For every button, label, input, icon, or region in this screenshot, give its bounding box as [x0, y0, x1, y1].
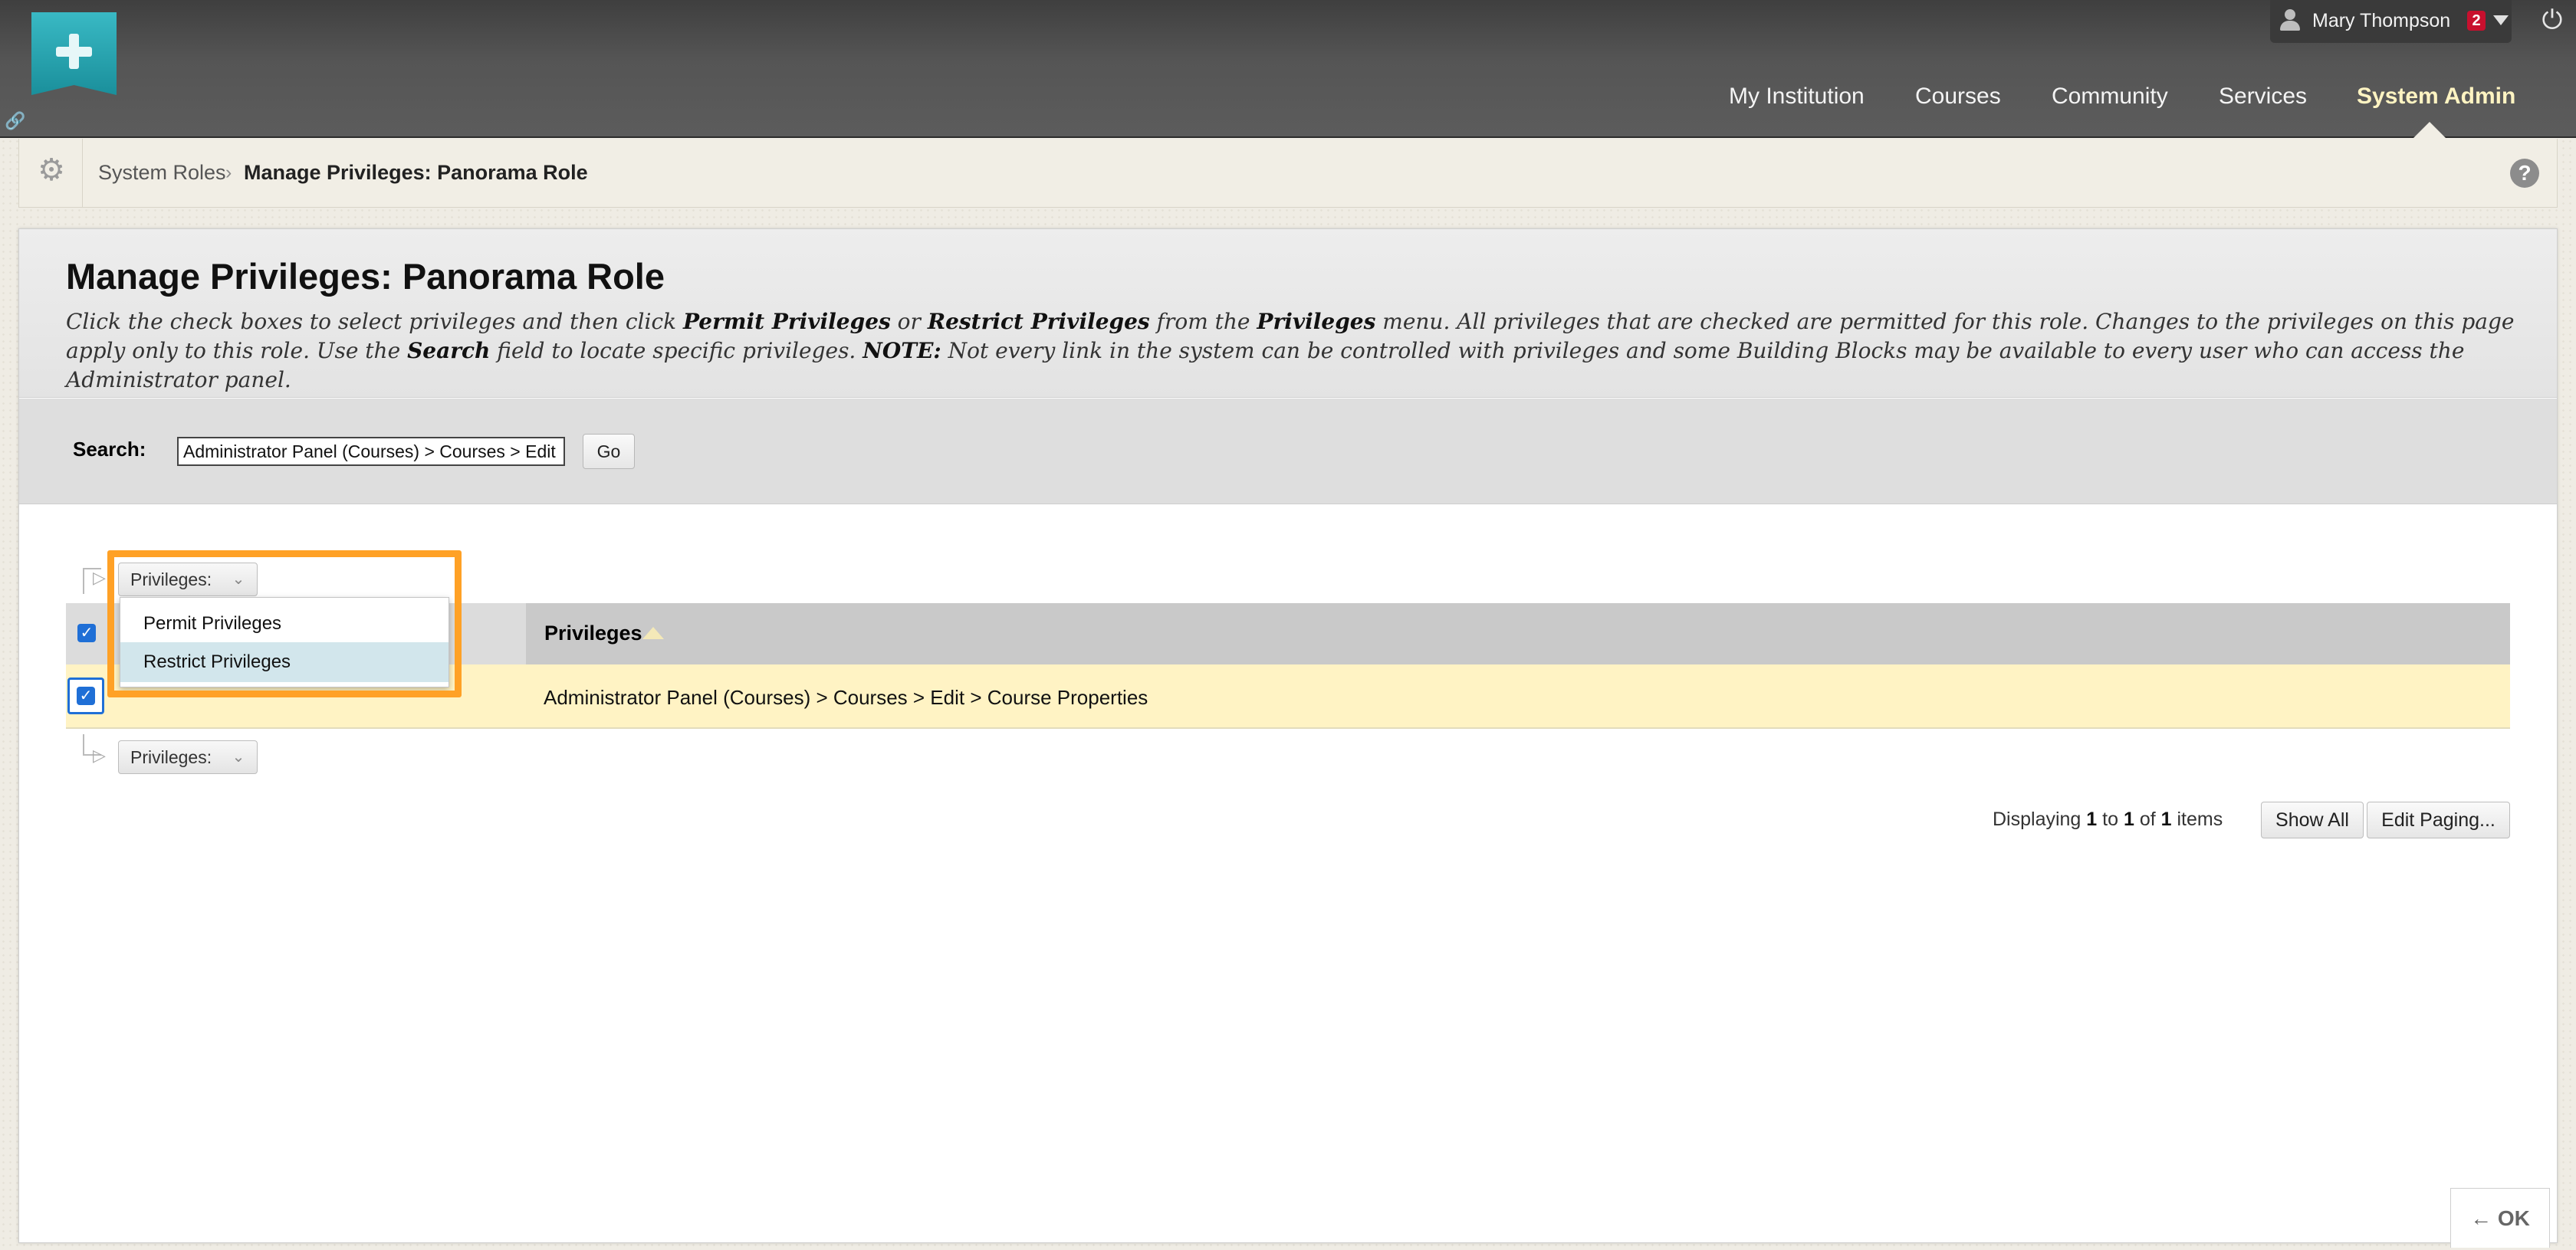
tab-courses[interactable]: Courses	[1915, 80, 2001, 113]
instructions-restrict: Restrict Privileges	[927, 309, 1150, 334]
privileges-menu-label: Privileges:	[130, 747, 212, 767]
help-icon[interactable]: ?	[2510, 159, 2539, 188]
instructions-text: or	[890, 309, 928, 334]
search-label: Search:	[73, 438, 146, 461]
edit-paging-button[interactable]: Edit Paging...	[2367, 802, 2510, 838]
user-icon-head	[2285, 9, 2295, 20]
go-button[interactable]: Go	[583, 434, 635, 469]
link-icon[interactable]: 🔗	[5, 112, 25, 130]
instructions-text: field to locate specific privileges.	[490, 338, 863, 363]
paging-text: items	[2177, 809, 2223, 830]
instructions-note: NOTE:	[863, 338, 941, 363]
tab-system-admin[interactable]: System Admin	[2357, 80, 2515, 113]
paging-text: to	[2102, 809, 2119, 830]
chevron-down-icon[interactable]	[2493, 15, 2509, 25]
breadcrumb-current: Manage Privileges: Panorama Role	[244, 161, 588, 184]
paging-text: Displaying	[1993, 809, 2082, 830]
plus-icon-bar	[56, 47, 92, 57]
paging-from: 1	[2086, 809, 2098, 830]
instructions-text: Click the check boxes to select privileg…	[66, 309, 683, 334]
select-all-checkbox[interactable]: ✓	[77, 624, 96, 642]
paging-to: 1	[2123, 809, 2134, 830]
breadcrumb-divider	[82, 139, 83, 208]
search-input[interactable]	[177, 437, 565, 466]
arrow-right-icon: ▷	[93, 746, 106, 765]
show-all-button[interactable]: Show All	[2261, 802, 2364, 838]
row-checkbox[interactable]: ✓	[77, 687, 95, 705]
user-icon-body	[2280, 21, 2300, 31]
instructions-text: from the	[1149, 309, 1257, 334]
tab-my-institution[interactable]: My Institution	[1729, 80, 1865, 113]
gear-icon[interactable]: ⚙	[34, 153, 68, 187]
tab-services[interactable]: Services	[2219, 80, 2307, 113]
breadcrumb-system-roles[interactable]: System Roles	[98, 159, 226, 185]
tab-community[interactable]: Community	[2052, 80, 2168, 113]
arrow-right-icon: ▷	[93, 568, 106, 587]
sort-ascending-icon[interactable]	[642, 627, 664, 639]
column-header-privileges[interactable]: Privileges	[544, 619, 642, 647]
user-icon	[2279, 9, 2302, 32]
highlight-box	[107, 550, 462, 697]
chevron-down-icon: ⌄	[232, 749, 245, 766]
instructions-permit: Permit Privileges	[683, 309, 891, 334]
notification-badge[interactable]: 2	[2467, 11, 2486, 31]
privileges-menu-button-bottom[interactable]: Privileges: ⌄	[118, 740, 258, 774]
paging-text: of	[2139, 809, 2156, 830]
page-title: Manage Privileges: Panorama Role	[66, 256, 665, 297]
paging-total: 1	[2160, 809, 2172, 830]
privilege-name: Administrator Panel (Courses) > Courses …	[544, 686, 1148, 709]
ok-button[interactable]: ← OK	[2450, 1188, 2550, 1248]
power-icon[interactable]: ⏻	[2538, 6, 2566, 34]
top-header	[0, 0, 2576, 138]
paging-status: Displaying 1 to 1 of 1 items	[1993, 806, 2223, 832]
breadcrumb-separator: ›	[225, 162, 232, 183]
add-tool-button[interactable]	[31, 12, 117, 95]
instructions-search: Search	[407, 338, 491, 363]
instructions-privileges: Privileges	[1257, 309, 1376, 334]
user-name[interactable]: Mary Thompson	[2312, 9, 2450, 32]
active-tab-pointer	[2413, 122, 2446, 139]
page-instructions: Click the check boxes to select privileg…	[66, 307, 2519, 395]
